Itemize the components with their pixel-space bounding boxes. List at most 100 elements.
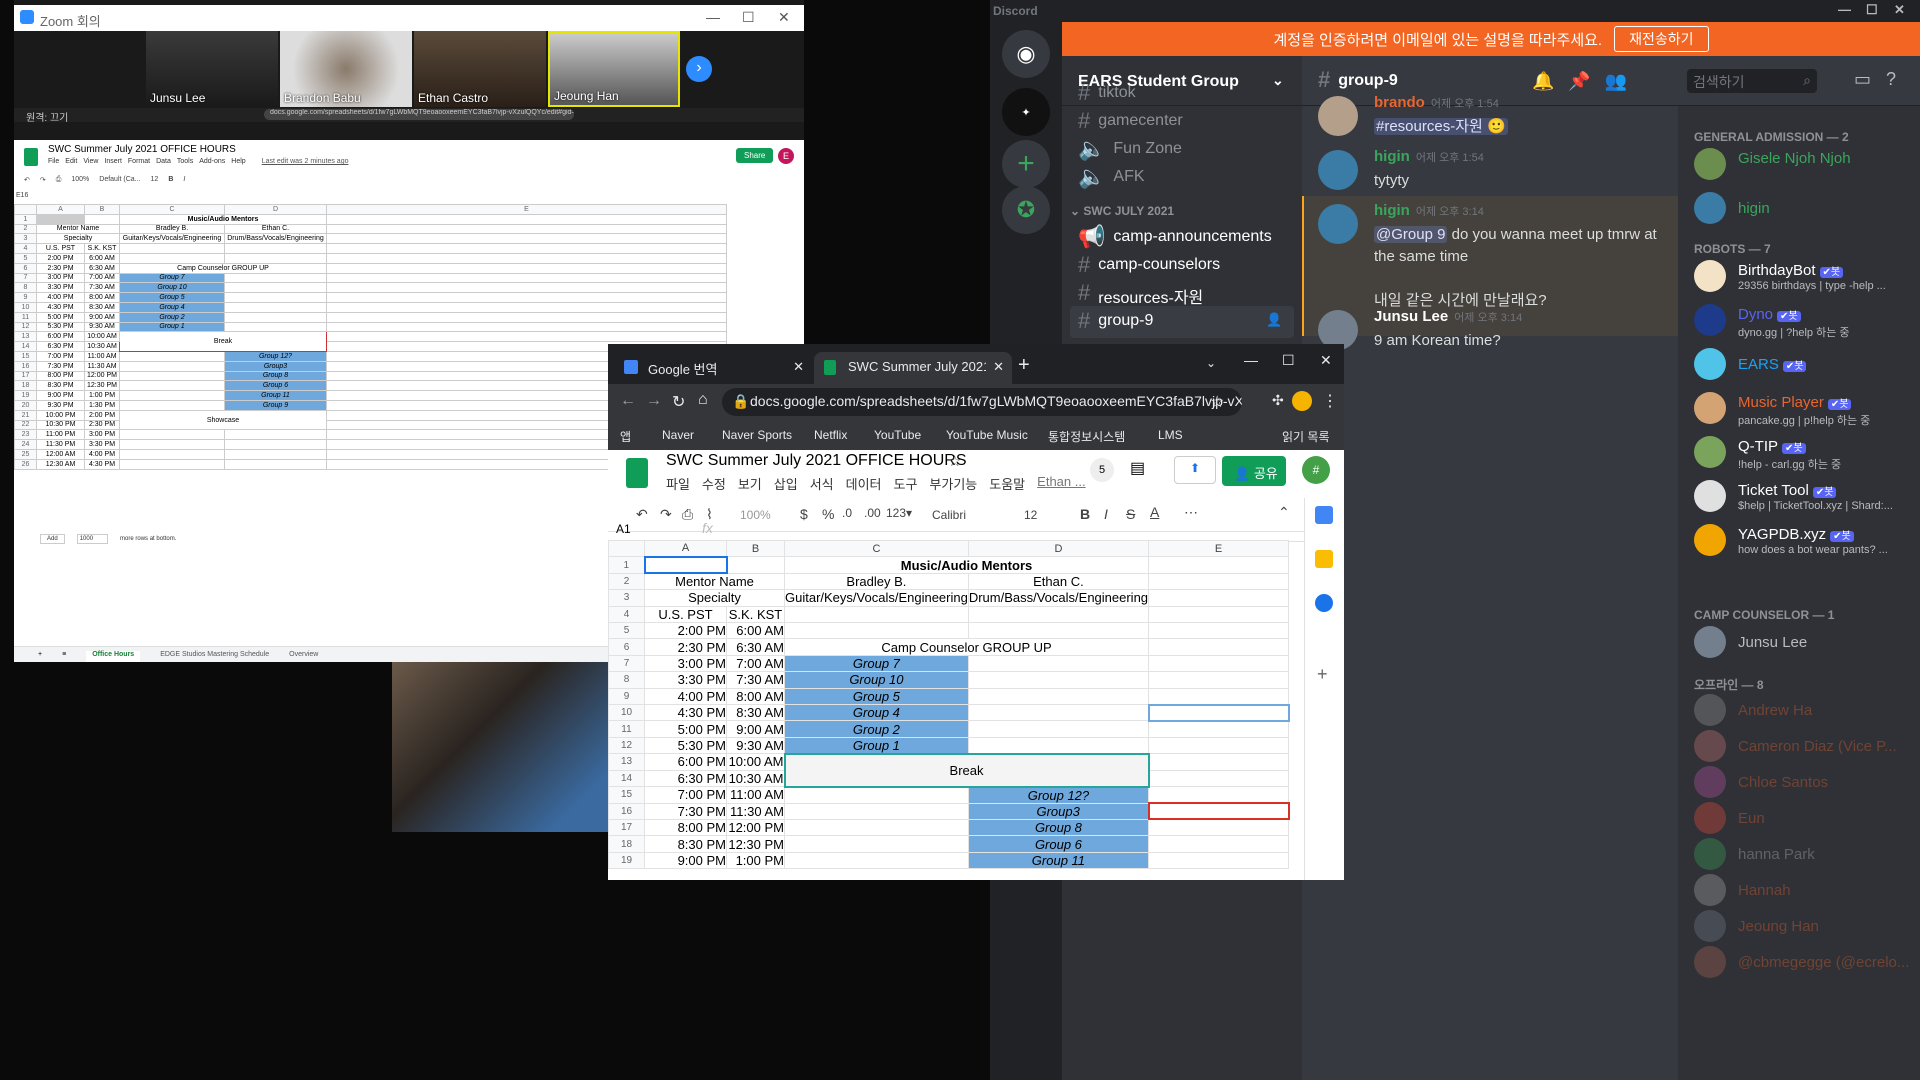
cell-specialty[interactable]: Specialty [36, 233, 120, 245]
home-icon[interactable]: ⌂ [698, 391, 708, 409]
cell-time[interactable]: 6:30 AM [84, 262, 120, 274]
member-item[interactable]: YAGPDB.xyz ✔봇 how does a bot wear pants? .… [1694, 520, 1914, 562]
cell-time[interactable]: 6:00 PM [36, 331, 85, 343]
cell-sk-kst[interactable]: S.K. KST [84, 243, 120, 254]
menu-format[interactable]: 서식 [810, 474, 834, 493]
cell-time[interactable]: 6:00 AM [84, 252, 120, 264]
avatar[interactable] [1318, 150, 1358, 190]
member-item[interactable]: Q-TIP ✔봇 !help - carl.gg 하는 중 [1694, 432, 1914, 474]
star-doc-icon[interactable]: ☆ [948, 452, 961, 470]
cell-time[interactable]: 12:30 AM [36, 458, 85, 470]
menu-insert[interactable]: Insert [104, 158, 122, 165]
keep-icon[interactable] [1315, 550, 1333, 568]
print-icon[interactable]: ⎙ [56, 176, 62, 184]
cell-group[interactable]: Group 1 [784, 736, 969, 755]
doc-title[interactable]: SWC Summer July 2021 OFFICE HOURS [666, 452, 967, 470]
viewer-count[interactable]: 5 [1090, 458, 1114, 482]
avatar[interactable] [1318, 204, 1358, 244]
cell-us-pst[interactable]: U.S. PST [36, 243, 85, 254]
member-item[interactable]: Gisele Njoh Njoh [1694, 144, 1914, 186]
cell-group[interactable]: Group 7 [784, 654, 969, 673]
cell-time[interactable]: 3:30 PM [644, 671, 727, 689]
cell-time[interactable]: 2:00 PM [84, 409, 120, 421]
cell-bradley[interactable]: Bradley B. [119, 223, 225, 235]
cell-time[interactable]: 4:30 PM [644, 704, 727, 722]
cell-break[interactable]: Break [783, 752, 1150, 788]
menu-file[interactable]: 파일 [666, 474, 690, 493]
bookmark-portal[interactable]: 통합정보시스템 [1048, 428, 1125, 445]
cell-time[interactable]: 4:30 PM [36, 301, 85, 313]
bold-icon[interactable]: B [168, 176, 173, 184]
server-icon-ears[interactable]: ✦ [1002, 88, 1050, 136]
remote-label[interactable]: 원격: 끄기 [26, 113, 68, 124]
menu-addons[interactable]: 부가기능 [929, 474, 977, 493]
bookmark-reading-list[interactable]: 읽기 목록 [1282, 428, 1330, 445]
cell-time[interactable]: 7:30 PM [644, 802, 727, 820]
redo-icon[interactable]: ↷ [40, 176, 46, 184]
cell-ethan[interactable]: Ethan C. [224, 223, 327, 235]
cell-group[interactable]: Group 12? [224, 350, 327, 362]
profile-avatar[interactable] [1292, 391, 1312, 411]
pin-icon[interactable]: 📌 [1568, 71, 1590, 92]
cell-time[interactable]: 12:00 PM [84, 370, 120, 382]
video-tile[interactable]: Ethan Castro [414, 31, 546, 107]
message-text[interactable]: #resources-자원 🙂 [1374, 118, 1508, 135]
cell-showcase[interactable]: Showcase [119, 409, 327, 431]
cell-group[interactable]: Group 10 [784, 671, 969, 689]
cell-group[interactable]: Group 5 [784, 687, 969, 706]
cell-group[interactable]: Group 2 [119, 311, 225, 323]
bookmark-youtube-music[interactable]: YouTube Music [946, 428, 1028, 442]
member-item[interactable]: EARS ✔봇 [1694, 344, 1914, 386]
bookmark-youtube[interactable]: YouTube [874, 428, 921, 442]
cell-time[interactable]: 10:00 PM [36, 409, 85, 421]
minimize-icon[interactable]: — [1838, 2, 1851, 17]
cell-time[interactable]: 7:30 AM [84, 282, 120, 294]
message-author[interactable]: higin 어제 오후 1:54 [1374, 148, 1484, 165]
cell-us-pst[interactable]: U.S. PST [644, 605, 727, 624]
cell-time[interactable]: 2:30 PM [644, 638, 727, 656]
tab-sheet[interactable]: SWC Summer July 2021 OFFICE ✕ [814, 352, 1012, 384]
cell-time[interactable]: 10:00 AM [84, 331, 120, 343]
cell-time[interactable]: 7:00 AM [84, 272, 120, 284]
cell-time[interactable]: 3:30 PM [84, 439, 120, 450]
video-tile-active[interactable]: Jeoung Han [548, 31, 680, 107]
last-edit-link[interactable]: Ethan ... [1037, 474, 1085, 493]
cell-time[interactable]: 6:30 PM [644, 769, 727, 788]
cell-time[interactable]: 8:00 PM [644, 818, 727, 837]
cell-spec-c[interactable]: Guitar/Keys/Vocals/Engineering [119, 233, 225, 245]
channel-afk[interactable]: 🔈 AFK [1070, 162, 1294, 194]
cell-time[interactable]: 2:00 PM [644, 622, 727, 640]
cell-group[interactable]: Group 1 [119, 321, 225, 333]
name-box[interactable]: A1 [616, 522, 631, 536]
cell-group[interactable]: Group 11 [967, 851, 1150, 870]
cell-time[interactable]: 12:00 PM [726, 818, 785, 837]
cell-time[interactable]: 5:30 PM [36, 321, 85, 333]
add-addon-icon[interactable]: + [1317, 664, 1328, 685]
member-item[interactable]: Junsu Lee [1694, 622, 1914, 664]
url-field[interactable]: 🔒 docs.google.com/spreadsheets/d/1fw7gLWb… [722, 388, 1242, 416]
cell-time[interactable]: 4:00 PM [644, 687, 727, 706]
cell-time[interactable]: 9:00 AM [726, 720, 785, 738]
menu-tools[interactable]: 도구 [894, 474, 918, 493]
font-select[interactable]: Default (Ca... [99, 176, 140, 184]
cell-sk-kst[interactable]: S.K. KST [726, 605, 785, 624]
cell-group[interactable]: Group 2 [784, 720, 969, 738]
avatar[interactable] [1318, 96, 1358, 136]
message-author[interactable]: brando 어제 오후 1:54 [1374, 94, 1499, 111]
user-avatar[interactable]: # [1302, 456, 1330, 484]
cell-time[interactable]: 2:30 PM [84, 419, 120, 431]
cell-spec-c[interactable]: Guitar/Keys/Vocals/Engineering [784, 589, 969, 607]
next-page-icon[interactable]: › [686, 56, 712, 82]
minimize-icon[interactable]: — [1244, 352, 1258, 368]
member-item[interactable]: BirthdayBot ✔봇 29356 birthdays | type -hel… [1694, 256, 1914, 298]
menu-format[interactable]: Format [128, 158, 150, 165]
tasks-icon[interactable] [1315, 594, 1333, 612]
cell-time[interactable]: 8:30 PM [644, 835, 727, 853]
cell-group[interactable]: Group 11 [224, 390, 327, 401]
cell-group[interactable]: Group 8 [967, 818, 1150, 837]
back-icon[interactable]: ← [620, 392, 636, 410]
cell-group[interactable]: Group 5 [119, 292, 225, 303]
doc-title[interactable]: SWC Summer July 2021 OFFICE HOURS [48, 144, 236, 155]
menu-edit[interactable]: Edit [65, 158, 77, 165]
add-sheet-icon[interactable]: + [38, 651, 42, 662]
